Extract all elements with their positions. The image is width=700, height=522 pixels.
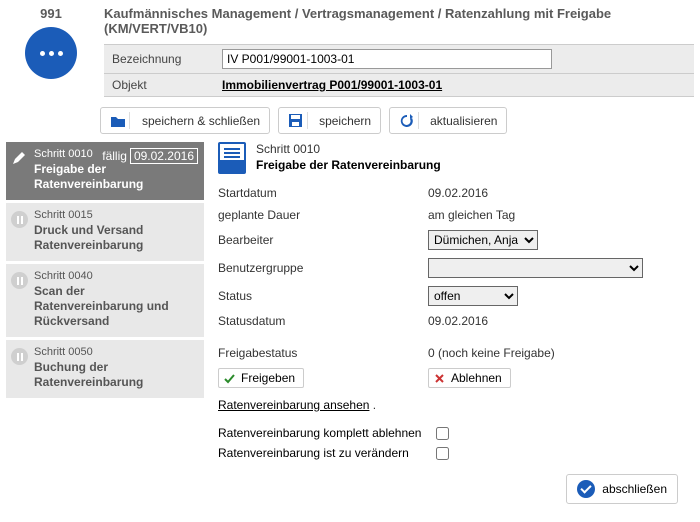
freigeben-button[interactable]: Freigeben: [218, 368, 304, 388]
chk2-label: Ratenvereinbarung ist zu verändern: [218, 446, 428, 460]
save-button[interactable]: speichern: [278, 107, 381, 134]
ablehnen-button[interactable]: Ablehnen: [428, 368, 511, 388]
chk2-checkbox[interactable]: [436, 447, 449, 460]
actions-menu-button[interactable]: [25, 27, 77, 79]
pause-icon: [11, 272, 28, 289]
objekt-link[interactable]: Immobilienvertrag P001/99001-1003-01: [222, 78, 442, 92]
detail-step-num: Schritt 0010: [256, 142, 441, 156]
status-label: Status: [218, 289, 428, 303]
step-0040[interactable]: Schritt 0040Scan der Ratenvereinbarung u…: [6, 264, 204, 337]
startdatum-label: Startdatum: [218, 186, 428, 200]
pause-icon: [11, 348, 28, 365]
breadcrumb: Kaufmännisches Management / Vertragsmana…: [104, 6, 694, 36]
status-select[interactable]: offen: [428, 286, 518, 306]
bezeichnung-label: Bezeichnung: [112, 52, 222, 66]
refresh-button[interactable]: aktualisieren: [389, 107, 507, 134]
dauer-label: geplante Dauer: [218, 208, 428, 222]
refresh-icon: [399, 113, 414, 128]
statusdatum-value: 09.02.2016: [428, 314, 488, 328]
step-0015[interactable]: Schritt 0015Druck und Versand Ratenverei…: [6, 203, 204, 261]
dauer-value: am gleichen Tag: [428, 208, 515, 222]
chk1-label: Ratenvereinbarung komplett ablehnen: [218, 426, 428, 440]
save-icon: [288, 113, 303, 128]
reject-icon: [433, 372, 446, 385]
gruppe-label: Benutzergruppe: [218, 261, 428, 275]
folder-icon: [110, 114, 126, 128]
detail-step-title: Freigabe der Ratenvereinbarung: [256, 158, 441, 172]
check-icon: [577, 480, 595, 498]
bearbeiter-select[interactable]: Dümichen, Anja: [428, 230, 538, 250]
bezeichnung-input[interactable]: [222, 49, 552, 69]
gruppe-select[interactable]: [428, 258, 643, 278]
statusdatum-label: Statusdatum: [218, 314, 428, 328]
bearbeiter-label: Bearbeiter: [218, 233, 428, 247]
approve-icon: [223, 372, 236, 385]
startdatum-value: 09.02.2016: [428, 186, 488, 200]
step-0050[interactable]: Schritt 0050Buchung der Ratenvereinbarun…: [6, 340, 204, 398]
objekt-label: Objekt: [112, 78, 222, 92]
finish-button[interactable]: abschließen: [566, 474, 678, 504]
record-id: 991: [6, 6, 96, 21]
freigabestatus-label: Freigabestatus: [218, 346, 428, 360]
pencil-icon: [10, 150, 28, 168]
document-icon: [218, 142, 246, 174]
pause-icon: [11, 211, 28, 228]
view-agreement-link[interactable]: Ratenvereinbarung ansehen: [218, 398, 369, 412]
step-0010[interactable]: Schritt 0010 fällig09.02.2016 Freigabe d…: [6, 142, 204, 200]
workflow-steps: Schritt 0010 fällig09.02.2016 Freigabe d…: [6, 142, 204, 504]
save-close-button[interactable]: speichern & schließen: [100, 107, 270, 134]
chk1-checkbox[interactable]: [436, 427, 449, 440]
freigabestatus-value: 0 (noch keine Freigabe): [428, 346, 555, 360]
